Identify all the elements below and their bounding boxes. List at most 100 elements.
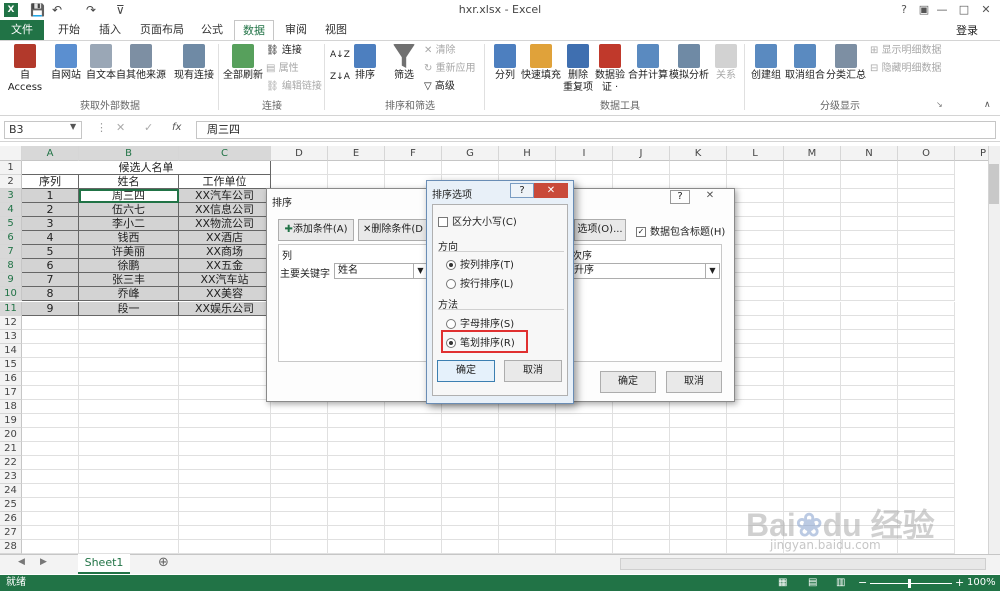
column-header-j[interactable]: J bbox=[613, 146, 670, 161]
grid-cell[interactable] bbox=[784, 189, 841, 204]
grid-cell[interactable] bbox=[499, 526, 556, 541]
row-header-17[interactable]: 17 bbox=[0, 385, 22, 400]
column-header-g[interactable]: G bbox=[442, 146, 499, 161]
select-all-corner[interactable] bbox=[0, 146, 22, 161]
grid-cell[interactable] bbox=[841, 484, 898, 499]
grid-cell[interactable] bbox=[841, 343, 898, 358]
grid-cell[interactable] bbox=[328, 526, 385, 541]
grid-cell[interactable] bbox=[499, 413, 556, 428]
grid-cell[interactable] bbox=[271, 498, 328, 513]
table-cell[interactable]: 徐鹏 bbox=[79, 259, 179, 274]
grid-cell[interactable] bbox=[727, 245, 784, 260]
grid-cell[interactable] bbox=[898, 315, 955, 330]
grid-cell[interactable] bbox=[898, 343, 955, 358]
table-cell[interactable]: 9 bbox=[22, 301, 79, 316]
row-header-21[interactable]: 21 bbox=[0, 442, 22, 457]
tab-home[interactable]: 开始 bbox=[52, 20, 86, 40]
grid-cell[interactable] bbox=[727, 470, 784, 485]
grid-cell[interactable] bbox=[613, 456, 670, 471]
grid-cell[interactable] bbox=[79, 456, 179, 471]
grid-cell[interactable] bbox=[179, 427, 271, 442]
grid-cell[interactable] bbox=[784, 399, 841, 414]
grid-cell[interactable] bbox=[841, 315, 898, 330]
table-cell[interactable]: 8 bbox=[22, 287, 79, 302]
grid-cell[interactable] bbox=[271, 175, 328, 190]
grid-cell[interactable] bbox=[79, 470, 179, 485]
reapply-button[interactable]: ↻ 重新应用 bbox=[424, 60, 476, 78]
table-cell[interactable]: 4 bbox=[22, 231, 79, 246]
table-cell[interactable]: XX娱乐公司 bbox=[179, 301, 271, 316]
grid-cell[interactable] bbox=[613, 427, 670, 442]
grid-cell[interactable] bbox=[727, 231, 784, 246]
table-cell[interactable]: XX汽车公司 bbox=[179, 189, 271, 204]
properties-button[interactable]: ▤ 属性 bbox=[266, 60, 299, 78]
grid-cell[interactable] bbox=[79, 540, 179, 554]
row-header-9[interactable]: 9 bbox=[0, 273, 22, 288]
grid-cell[interactable] bbox=[841, 189, 898, 204]
grid-cell[interactable] bbox=[784, 413, 841, 428]
column-header-m[interactable]: M bbox=[784, 146, 841, 161]
zoom-slider-thumb[interactable] bbox=[908, 579, 911, 588]
normal-view-icon[interactable]: ▦ bbox=[778, 577, 787, 588]
options-ok-button[interactable]: 确定 bbox=[437, 360, 495, 382]
grid-cell[interactable] bbox=[784, 357, 841, 372]
text-to-columns-button[interactable]: 分列 bbox=[490, 44, 520, 82]
grid-cell[interactable] bbox=[727, 371, 784, 386]
column-header-d[interactable]: D bbox=[271, 146, 328, 161]
column-header-b[interactable]: B bbox=[79, 146, 179, 161]
grid-cell[interactable] bbox=[841, 399, 898, 414]
grid-cell[interactable] bbox=[556, 470, 613, 485]
column-header-f[interactable]: F bbox=[385, 146, 442, 161]
grid-cell[interactable] bbox=[499, 161, 556, 176]
primary-key-dropdown[interactable]: 姓名 ▼ bbox=[334, 263, 428, 279]
edit-links-button[interactable]: ⛓ 编辑链接 bbox=[266, 78, 322, 96]
grid-cell[interactable] bbox=[442, 442, 499, 457]
case-sensitive-checkbox[interactable]: 区分大小写(C) bbox=[438, 213, 517, 228]
grid-cell[interactable] bbox=[841, 456, 898, 471]
grid-cell[interactable] bbox=[841, 287, 898, 302]
row-header-15[interactable]: 15 bbox=[0, 357, 22, 372]
grid-cell[interactable] bbox=[22, 357, 79, 372]
grid-cell[interactable] bbox=[784, 175, 841, 190]
filter-button[interactable]: 筛选 bbox=[388, 44, 420, 82]
namebox-dropdown-icon[interactable]: ▼ bbox=[70, 122, 76, 131]
grid-cell[interactable] bbox=[442, 484, 499, 499]
grid-cell[interactable] bbox=[22, 498, 79, 513]
table-cell[interactable]: 7 bbox=[22, 273, 79, 288]
row-header-6[interactable]: 6 bbox=[0, 231, 22, 246]
column-header-a[interactable]: A bbox=[22, 146, 79, 161]
table-cell[interactable]: 5 bbox=[22, 245, 79, 260]
table-cell[interactable]: 周三四 bbox=[79, 189, 179, 204]
prev-sheet-icon[interactable]: ◀ bbox=[18, 557, 25, 567]
order-dropdown[interactable]: 升序 ▼ bbox=[570, 263, 720, 279]
insert-function-icon[interactable]: fx bbox=[172, 122, 181, 133]
grid-cell[interactable] bbox=[727, 175, 784, 190]
table-cell[interactable]: XX信息公司 bbox=[179, 203, 271, 218]
grid-cell[interactable] bbox=[271, 413, 328, 428]
next-sheet-icon[interactable]: ▶ bbox=[40, 557, 47, 567]
grid-cell[interactable] bbox=[79, 442, 179, 457]
column-header-e[interactable]: E bbox=[328, 146, 385, 161]
minimize-icon[interactable]: — bbox=[930, 1, 954, 19]
row-header-1[interactable]: 1 bbox=[0, 161, 22, 176]
row-header-11[interactable]: 11 bbox=[0, 301, 22, 316]
grid-cell[interactable] bbox=[670, 427, 727, 442]
grid-cell[interactable] bbox=[385, 498, 442, 513]
grid-cell[interactable] bbox=[784, 161, 841, 176]
grid-cell[interactable] bbox=[613, 498, 670, 513]
column-header-l[interactable]: L bbox=[727, 146, 784, 161]
grid-cell[interactable] bbox=[442, 413, 499, 428]
grid-cell[interactable] bbox=[727, 315, 784, 330]
row-header-23[interactable]: 23 bbox=[0, 470, 22, 485]
grid-cell[interactable] bbox=[22, 442, 79, 457]
dialog-launcher-icon[interactable]: ↘ bbox=[936, 100, 943, 109]
grid-cell[interactable] bbox=[271, 512, 328, 527]
row-header-28[interactable]: 28 bbox=[0, 540, 22, 554]
grid-cell[interactable] bbox=[898, 273, 955, 288]
table-cell[interactable]: 2 bbox=[22, 203, 79, 218]
grid-cell[interactable] bbox=[385, 484, 442, 499]
formula-input[interactable]: 周三四 bbox=[196, 121, 996, 139]
grid-cell[interactable] bbox=[898, 189, 955, 204]
grid-cell[interactable] bbox=[556, 498, 613, 513]
grid-cell[interactable] bbox=[79, 413, 179, 428]
